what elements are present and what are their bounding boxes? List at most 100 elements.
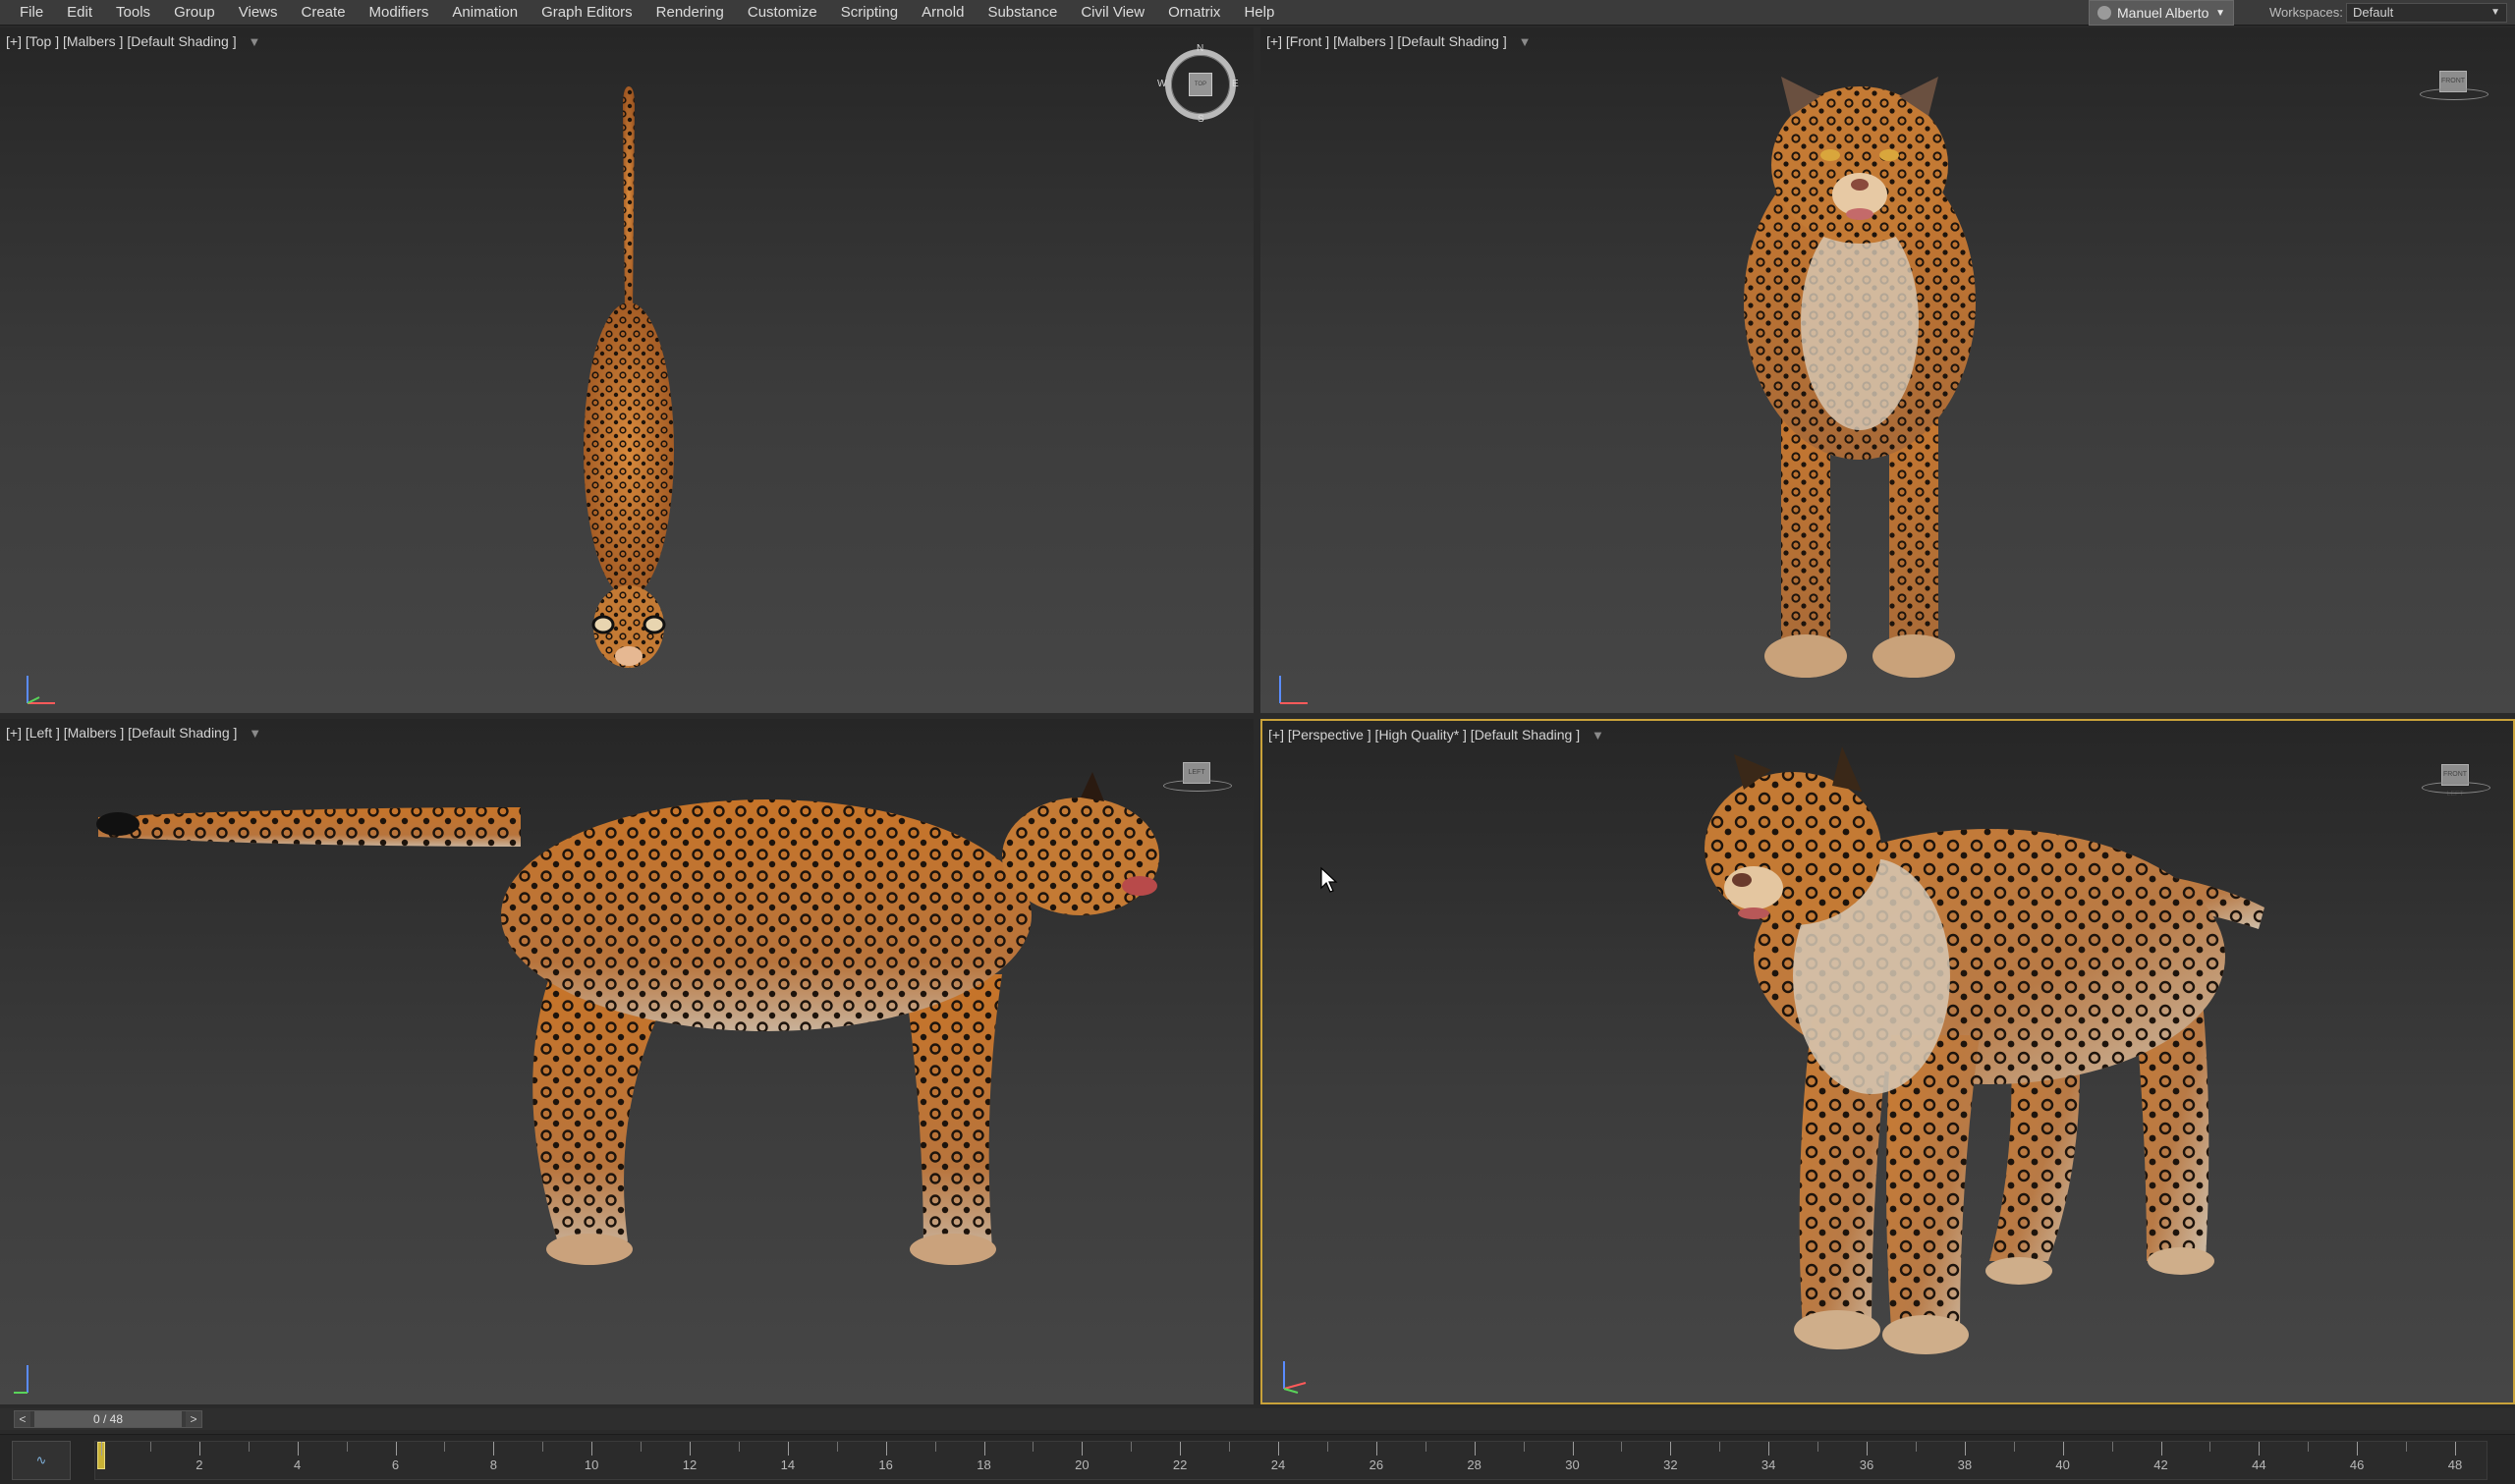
ruler-tick-label: 4 <box>294 1457 302 1472</box>
menu-animation[interactable]: Animation <box>440 0 530 26</box>
ruler-tick <box>198 1442 200 1456</box>
ruler-tick <box>493 1442 495 1456</box>
menu-file[interactable]: File <box>8 0 55 26</box>
ruler-tick <box>1180 1442 1182 1456</box>
ruler-tick-label: 18 <box>977 1457 991 1472</box>
leopard-top-view <box>584 86 674 668</box>
menu-rendering[interactable]: Rendering <box>644 0 736 26</box>
viewport-perspective[interactable]: [+] [Perspective ] [High Quality* ] [Def… <box>1260 719 2515 1404</box>
viewport-top[interactable]: [+] [Top ] [Malbers ] [Default Shading ]… <box>0 27 1254 713</box>
menu-scripting[interactable]: Scripting <box>829 0 910 26</box>
previous-frame-button[interactable]: < <box>15 1411 30 1427</box>
menu-modifiers[interactable]: Modifiers <box>358 0 441 26</box>
workspaces-dropdown[interactable]: Default ▼ <box>2346 3 2507 23</box>
ruler-tick <box>248 1442 250 1452</box>
ruler-tick-label: 40 <box>2055 1457 2070 1472</box>
ruler-tick <box>690 1442 691 1456</box>
workspaces-value: Default <box>2353 5 2394 20</box>
ruler-tick <box>149 1442 151 1452</box>
mouse-cursor-icon <box>1320 866 1338 893</box>
menu-graph-editors[interactable]: Graph Editors <box>530 0 644 26</box>
ruler-tick-label: 24 <box>1270 1457 1286 1472</box>
curve-editor-button[interactable]: ∿ <box>12 1441 71 1480</box>
leopard-front-view <box>1744 77 1976 678</box>
workspaces-label: Workspaces: <box>2269 5 2343 20</box>
ruler-tick-label: 20 <box>1075 1457 1090 1472</box>
ruler-tick <box>1964 1442 1966 1456</box>
ruler-tick <box>2160 1442 2162 1456</box>
ruler-tick <box>1278 1442 1279 1456</box>
ruler-tick <box>101 1442 102 1456</box>
menu-group[interactable]: Group <box>162 0 227 26</box>
leopard-perspective-view <box>1705 746 2264 1354</box>
ruler-tick <box>2357 1442 2359 1456</box>
ruler-tick <box>1523 1442 1525 1452</box>
menu-substance[interactable]: Substance <box>976 0 1069 26</box>
axis-tripod-icon <box>14 1365 28 1394</box>
chevron-down-icon: ▼ <box>2490 7 2500 18</box>
ruler-tick-label: 12 <box>682 1457 698 1472</box>
ruler-tick <box>2259 1442 2261 1456</box>
user-account-button[interactable]: Manuel Alberto ▼ <box>2089 0 2234 26</box>
menu-customize[interactable]: Customize <box>736 0 829 26</box>
ruler-tick-label: 10 <box>584 1457 599 1472</box>
ruler-tick <box>297 1442 299 1456</box>
menu-civil-view[interactable]: Civil View <box>1069 0 1156 26</box>
track-bar: ∿ 2 4 6 8 10 12 14 16 18 20 22 24 26 28 30 32 34 36 38 40 42… <box>0 1434 2515 1484</box>
ruler-tick <box>395 1442 397 1456</box>
ruler-tick <box>1817 1442 1819 1452</box>
ruler-tick-label: 26 <box>1369 1457 1384 1472</box>
ruler-tick <box>2406 1442 2408 1452</box>
ruler-tick <box>1572 1442 1574 1456</box>
ruler-tick-label: 44 <box>2252 1457 2266 1472</box>
time-slider[interactable]: < 0 / 48 > <box>14 1410 202 1428</box>
ruler-tick <box>542 1442 544 1452</box>
time-slider-thumb[interactable]: 0 / 48 <box>34 1411 182 1427</box>
chevron-down-icon: ▼ <box>2215 7 2225 19</box>
ruler-tick <box>1621 1442 1623 1452</box>
menu-arnold[interactable]: Arnold <box>910 0 976 26</box>
main-menu: File Edit Tools Group Views Create Modifiers An… <box>0 0 1286 26</box>
ruler-tick <box>2209 1442 2211 1452</box>
menu-create[interactable]: Create <box>290 0 358 26</box>
ruler-tick-label: 6 <box>391 1457 400 1472</box>
ruler-tick-label: 22 <box>1172 1457 1188 1472</box>
menu-ornatrix[interactable]: Ornatrix <box>1156 0 1232 26</box>
ruler-tick <box>1474 1442 1476 1456</box>
axis-tripod-icon <box>1279 676 1308 704</box>
ruler-tick <box>1768 1442 1770 1456</box>
ruler-tick <box>1082 1442 1084 1456</box>
ruler-tick-label: 32 <box>1663 1457 1678 1472</box>
leopard-left-view <box>96 772 1159 1265</box>
ruler-tick-label: 28 <box>1467 1457 1481 1472</box>
ruler-tick-label: 8 <box>489 1457 497 1472</box>
ruler-tick <box>1670 1442 1672 1456</box>
ruler-tick <box>2455 1442 2456 1456</box>
ruler-tick-label: 48 <box>2447 1457 2463 1472</box>
axis-tripod-icon <box>1283 1361 1307 1394</box>
viewport-left[interactable]: [+] [Left ] [Malbers ] [Default Shading … <box>0 719 1254 1404</box>
viewport-front[interactable]: [+] [Front ] [Malbers ] [Default Shading… <box>1260 27 2515 713</box>
ruler-tick <box>346 1442 348 1452</box>
ruler-tick <box>2013 1442 2015 1452</box>
ruler-tick <box>1229 1442 1231 1452</box>
ruler-tick <box>2111 1442 2113 1452</box>
ruler-tick-label: 30 <box>1565 1457 1580 1472</box>
menu-help[interactable]: Help <box>1232 0 1286 26</box>
track-bar-ruler[interactable]: 2 4 6 8 10 12 14 16 18 20 22 24 26 28 30 32 34 36 38 40 42 44… <box>94 1441 2487 1480</box>
time-slider-bar: < 0 / 48 > <box>0 1408 2515 1430</box>
ruler-tick <box>1425 1442 1426 1452</box>
ruler-tick-label: 16 <box>878 1457 893 1472</box>
menu-bar: File Edit Tools Group Views Create Modifiers An… <box>0 0 2515 26</box>
menu-tools[interactable]: Tools <box>104 0 162 26</box>
menu-edit[interactable]: Edit <box>55 0 104 26</box>
user-name: Manuel Alberto <box>2117 5 2209 21</box>
ruler-tick <box>591 1442 593 1456</box>
next-frame-button[interactable]: > <box>186 1411 201 1427</box>
ruler-tick-label: 14 <box>780 1457 796 1472</box>
ruler-tick <box>1326 1442 1328 1452</box>
ruler-tick <box>1131 1442 1133 1452</box>
menu-views[interactable]: Views <box>227 0 290 26</box>
ruler-tick <box>983 1442 985 1456</box>
ruler-tick <box>641 1442 643 1452</box>
